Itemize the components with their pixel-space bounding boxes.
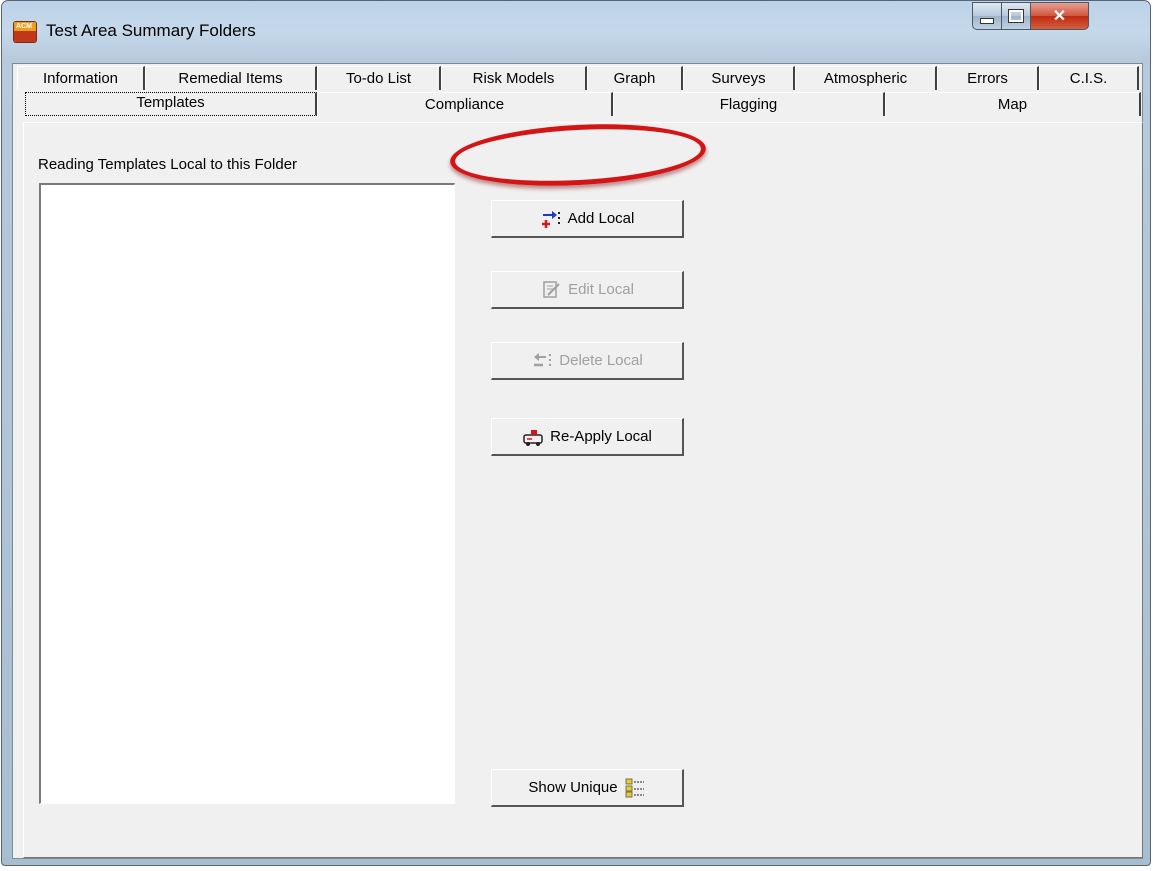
- app-logo-icon[interactable]: ACM: [14, 22, 36, 42]
- delete-local-button[interactable]: Delete Local: [491, 342, 684, 380]
- main-window: ACM Test Area Summary Folders ✕ Informat…: [1, 0, 1151, 866]
- tab-to-do-list[interactable]: To-do List: [317, 66, 441, 90]
- tab-graph[interactable]: Graph: [587, 66, 683, 90]
- tab-templates[interactable]: Templates: [25, 92, 317, 116]
- edit-template-icon: [543, 280, 560, 298]
- tab-cis[interactable]: C.I.S.: [1039, 66, 1139, 90]
- edit-local-button[interactable]: Edit Local: [491, 271, 684, 309]
- add-local-button[interactable]: Add Local: [491, 200, 684, 238]
- reapply-local-label: Re-Apply Local: [550, 428, 652, 445]
- close-icon: ✕: [1052, 8, 1067, 25]
- tab-risk-models[interactable]: Risk Models: [441, 66, 587, 90]
- tab-surveys[interactable]: Surveys: [683, 66, 795, 90]
- templates-list-label: Reading Templates Local to this Folder: [38, 156, 298, 173]
- show-unique-label: Show Unique: [528, 779, 618, 796]
- minimize-button[interactable]: [972, 2, 1002, 30]
- maximize-icon: [1008, 9, 1024, 23]
- minimize-icon: [980, 18, 994, 24]
- tree-icon: [625, 778, 644, 797]
- client-area: Information Remedial Items To-do List Ri…: [12, 63, 1143, 859]
- reapply-local-button[interactable]: Re-Apply Local: [491, 418, 684, 456]
- tab-flagging[interactable]: Flagging: [613, 92, 885, 116]
- tab-atmospheric[interactable]: Atmospheric: [795, 66, 937, 90]
- title-bar[interactable]: ACM Test Area Summary Folders ✕: [2, 1, 1150, 63]
- tab-compliance[interactable]: Compliance: [317, 92, 613, 116]
- delete-local-label: Delete Local: [559, 352, 643, 369]
- reapply-icon: [523, 429, 543, 446]
- window-title: Test Area Summary Folders: [46, 21, 256, 40]
- tab-errors[interactable]: Errors: [937, 66, 1039, 90]
- delete-template-icon: [534, 352, 552, 366]
- maximize-button[interactable]: [1001, 2, 1031, 30]
- tab-map[interactable]: Map: [885, 92, 1141, 116]
- add-local-label: Add Local: [567, 210, 635, 227]
- show-unique-button[interactable]: Show Unique: [491, 769, 684, 807]
- close-button[interactable]: ✕: [1030, 2, 1089, 30]
- templates-listbox[interactable]: [39, 183, 455, 804]
- edit-local-label: Edit Local: [568, 281, 634, 298]
- add-template-icon: [541, 210, 560, 228]
- tab-remedial-items[interactable]: Remedial Items: [145, 66, 317, 90]
- tab-information[interactable]: Information: [17, 66, 145, 90]
